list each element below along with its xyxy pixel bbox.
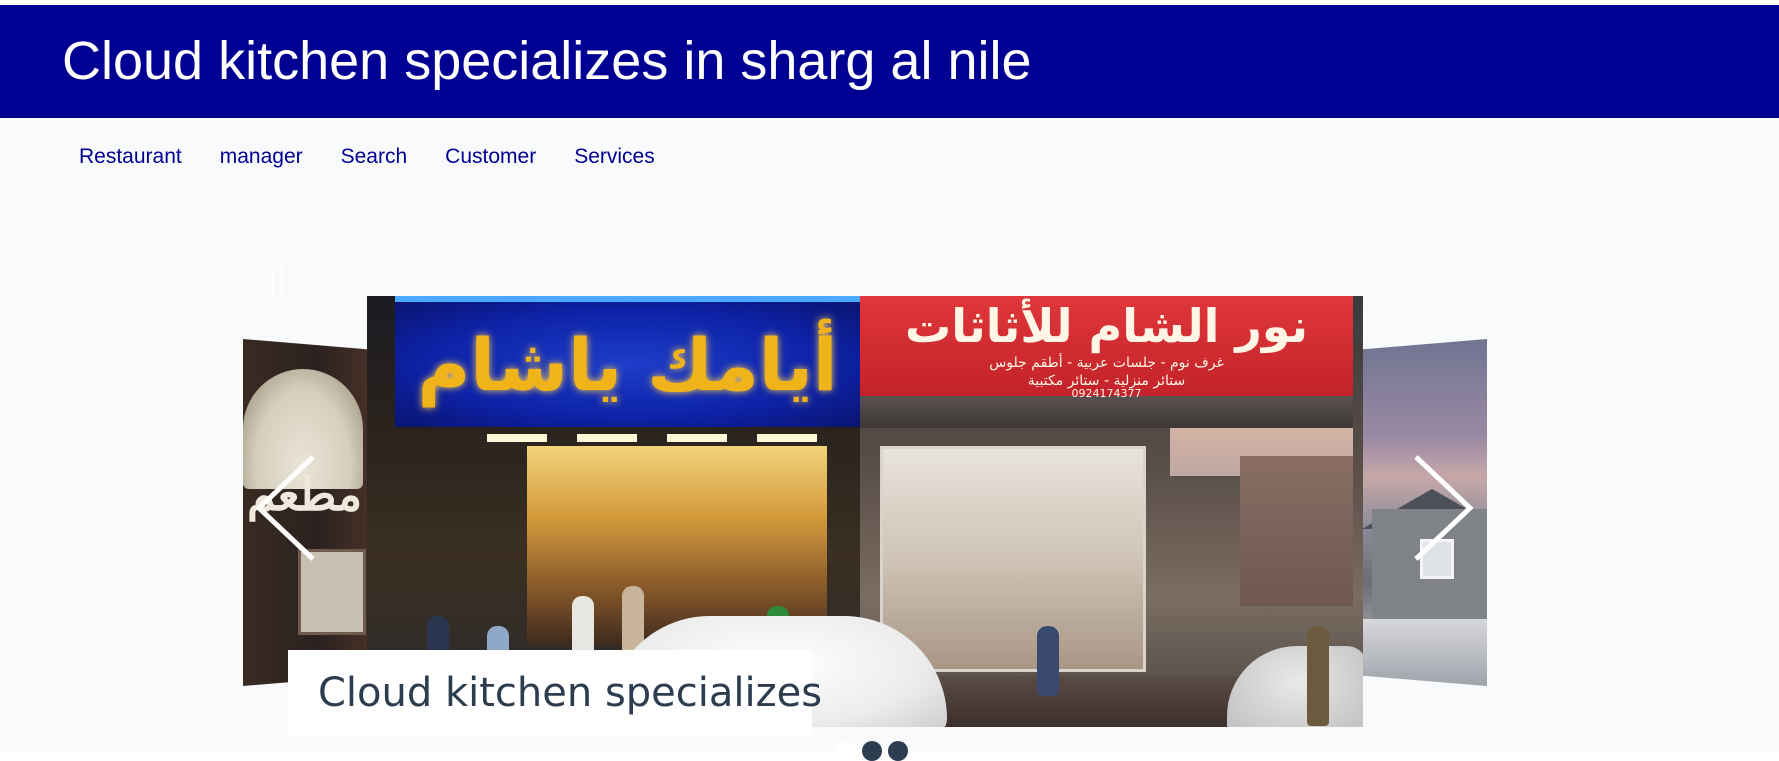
page: Cloud kitchen specializes in sharg al ni… <box>0 0 1779 761</box>
furniture-sign-text: نور الشام للأثاثات <box>905 299 1308 353</box>
slide-caption-text: Cloud kitchen specializes <box>318 670 823 716</box>
furniture-sign-phone: 0924174377 <box>1071 387 1142 400</box>
carousel-dot-3[interactable] <box>888 741 908 761</box>
person <box>1307 626 1329 726</box>
image-carousel: || مطعم أيامك ياشام نور الشام للأثاثات غ… <box>0 0 1779 761</box>
shop-awning <box>860 396 1353 428</box>
restaurant-sign-text: أيامك ياشام <box>417 323 838 407</box>
glass-shopfront <box>880 446 1146 672</box>
carousel-next-button[interactable] <box>1412 453 1476 563</box>
carousel-prev-button[interactable] <box>253 453 317 563</box>
chevron-left-icon <box>255 455 315 561</box>
pause-icon[interactable]: || <box>268 264 286 298</box>
carousel-indicators <box>836 741 908 761</box>
wet-pavement <box>1362 619 1487 686</box>
furniture-sign-subtext: غرف نوم - جلسات عربية - أطقم جلوس <box>989 355 1224 371</box>
slide-caption: Cloud kitchen specializes <box>288 650 822 736</box>
restaurant-sign: أيامك ياشام <box>395 296 860 427</box>
person <box>1037 626 1059 696</box>
carousel-dot-2[interactable] <box>862 741 882 761</box>
ceiling-lights <box>487 434 827 442</box>
background-building <box>1240 456 1353 606</box>
carousel-dot-1[interactable] <box>836 741 856 761</box>
furniture-sign: نور الشام للأثاثات غرف نوم - جلسات عربية… <box>860 296 1353 400</box>
chevron-right-icon <box>1414 455 1474 561</box>
